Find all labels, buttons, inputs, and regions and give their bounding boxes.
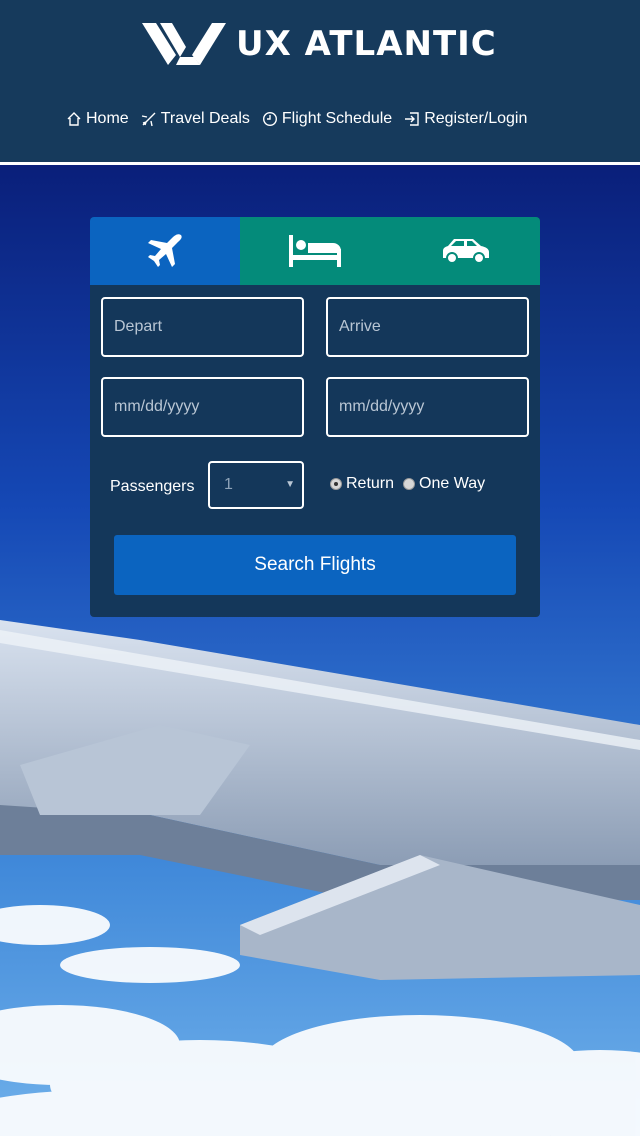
trip-return-radio[interactable]: Return [330,475,394,493]
home-icon [67,112,81,126]
brand-mark-icon [142,23,226,65]
chevron-down-icon: ▼ [285,479,295,490]
nav-home-label: Home [86,110,129,127]
car-icon [443,239,489,264]
trip-oneway-radio[interactable]: One Way [403,475,485,493]
nav-register-login-label: Register/Login [424,110,528,127]
trip-oneway-label: One Way [419,475,486,492]
main-nav: Home Travel Deals Flight Schedule Regist… [66,110,539,128]
passengers-value: 1 [224,476,233,493]
bed-icon [289,235,341,267]
return-date-input[interactable] [326,377,529,437]
brand-name: UX ATLANTIC [236,24,497,64]
logo[interactable]: UX ATLANTIC [142,20,497,68]
nav-travel-deals-label: Travel Deals [160,110,250,127]
booking-panel: Passengers 1 ▼ Return One Way Search Fli… [90,217,540,617]
passengers-label: Passengers [110,478,195,495]
airplane-icon [141,112,156,127]
nav-flight-schedule-label: Flight Schedule [281,110,393,127]
airplane-icon [148,234,182,267]
tab-flights[interactable] [90,217,240,285]
trip-return-label: Return [346,475,395,492]
radio-unselected-icon [403,478,415,490]
booking-tabs [90,217,540,285]
passengers-select[interactable]: 1 ▼ [208,461,304,509]
nav-flight-schedule[interactable]: Flight Schedule [262,110,392,128]
clock-icon [262,111,277,127]
tab-hotels[interactable] [240,217,390,285]
depart-date-input[interactable] [101,377,304,437]
depart-input[interactable] [101,297,304,357]
radio-selected-icon [330,478,342,490]
nav-travel-deals[interactable]: Travel Deals [141,110,250,128]
tab-cars[interactable] [390,217,540,285]
nav-home[interactable]: Home [66,110,129,128]
header-divider [0,162,640,165]
arrive-input[interactable] [326,297,529,357]
login-icon [405,112,419,126]
site-header: UX ATLANTIC Home Travel Deals Flight Sch… [0,0,640,162]
search-flights-button[interactable]: Search Flights [114,535,516,595]
nav-register-login[interactable]: Register/Login [404,110,527,128]
